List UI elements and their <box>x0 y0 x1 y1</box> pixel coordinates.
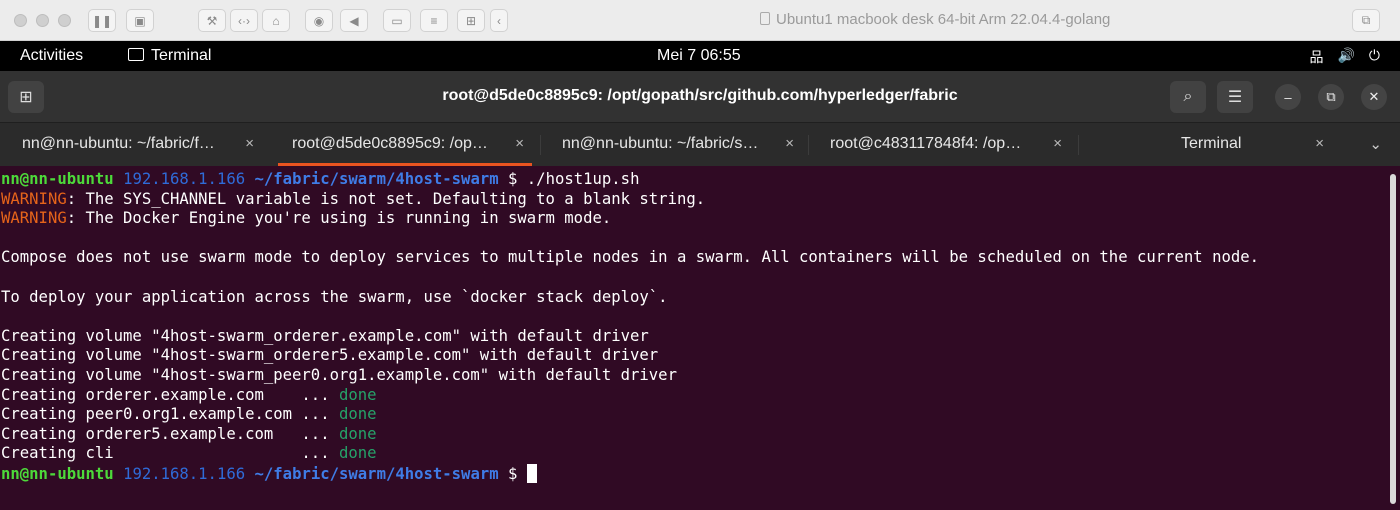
tab-close-icon[interactable]: × <box>515 135 524 152</box>
tab-4[interactable]: root@c483117848f4: /op… × <box>808 123 1078 166</box>
terminal-line: Compose does not use swarm mode to deplo… <box>1 248 1260 267</box>
sound-icon[interactable]: ◀ <box>340 9 368 32</box>
hamburger-menu-icon: ☰ <box>1227 89 1243 106</box>
maximize-icon: ⧉ <box>1326 89 1336 104</box>
terminal-line: Creating orderer.example.com ... done <box>1 385 377 404</box>
pause-vm-icon[interactable]: ❚❚ <box>88 9 116 32</box>
tab-list-chevron-icon[interactable]: ⌄ <box>1369 135 1382 153</box>
disk-icon[interactable]: ⌂ <box>262 9 290 32</box>
scrollbar[interactable] <box>1390 174 1396 504</box>
terminal-line: Creating volume "4host-swarm_peer0.org1.… <box>1 365 677 384</box>
clock[interactable]: Mei 7 06:55 <box>657 47 741 65</box>
close-icon: ✕ <box>1368 89 1380 104</box>
document-icon <box>760 12 770 25</box>
minimize-button[interactable]: – <box>1275 84 1301 110</box>
terminal-line: Creating volume "4host-swarm_orderer5.ex… <box>1 346 659 365</box>
tab-separator <box>540 135 541 155</box>
tab-close-icon[interactable]: × <box>785 135 794 152</box>
power-icon: ⏻ <box>1368 47 1380 63</box>
tab-2-active[interactable]: root@d5de0c8895c9: /op… × <box>270 123 540 166</box>
tab-label: nn@nn-ubuntu: ~/fabric/s… <box>562 135 759 152</box>
tab-separator <box>808 135 809 155</box>
terminal-line: nn@nn-ubuntu 192.168.1.166 ~/fabric/swar… <box>1 463 1400 484</box>
tab-label: root@c483117848f4: /op… <box>830 135 1022 152</box>
terminal-output[interactable]: nn@nn-ubuntu 192.168.1.166 ~/fabric/swar… <box>0 166 1400 510</box>
camera-icon[interactable]: ◉ <box>305 9 333 32</box>
vm-window-title: Ubuntu1 macbook desk 64-bit Arm 22.04.4-… <box>760 11 1110 28</box>
fullscreen-icon[interactable]: ⧉ <box>1352 9 1380 32</box>
terminal-line: Creating volume "4host-swarm_orderer.exa… <box>1 326 649 345</box>
close-window-button[interactable] <box>14 14 27 27</box>
terminal-app-icon <box>128 48 144 61</box>
minimize-window-button[interactable] <box>36 14 49 27</box>
close-button[interactable]: ✕ <box>1361 84 1387 110</box>
tab-close-icon[interactable]: × <box>245 135 254 152</box>
menu-button[interactable]: ☰ <box>1217 81 1253 113</box>
terminal-line: Creating cli ... done <box>1 444 377 463</box>
terminal-line: To deploy your application across the sw… <box>1 287 668 306</box>
gnome-top-bar: Activities Terminal Mei 7 06:55 品 🔊 ⏻ <box>0 41 1400 71</box>
network-status-icon: 品 <box>1309 49 1324 65</box>
vm-window-titlebar: ❚❚ ▣ ⚒ ‹·› ⌂ ◉ ◀ ▭ ≡ ⊞ ‹ Ubuntu1 macbook… <box>0 0 1400 41</box>
text-cursor <box>526 463 537 483</box>
app-menu[interactable]: Terminal <box>128 47 211 65</box>
tab-5[interactable]: Terminal × <box>1078 123 1340 166</box>
terminal-line: WARNING: The SYS_CHANNEL variable is not… <box>1 189 706 208</box>
tab-label: Terminal <box>1181 135 1242 152</box>
terminal-line: WARNING: The Docker Engine you're using … <box>1 209 612 228</box>
tab-3[interactable]: nn@nn-ubuntu: ~/fabric/s… × <box>540 123 810 166</box>
tab-close-icon[interactable]: × <box>1053 135 1062 152</box>
tab-bar: nn@nn-ubuntu: ~/fabric/f… × root@d5de0c8… <box>0 123 1400 166</box>
tab-label: nn@nn-ubuntu: ~/fabric/f… <box>22 135 215 152</box>
network-icon[interactable]: ‹·› <box>230 9 258 32</box>
chevron-left-icon[interactable]: ‹ <box>490 9 508 32</box>
settings-wrench-icon[interactable]: ⚒ <box>198 9 226 32</box>
zoom-window-button[interactable] <box>58 14 71 27</box>
tab-1[interactable]: nn@nn-ubuntu: ~/fabric/f… × <box>0 123 270 166</box>
snapshot-icon[interactable]: ▣ <box>126 9 154 32</box>
search-icon: ⌕ <box>1183 88 1193 105</box>
tab-separator <box>1078 135 1079 155</box>
video-icon[interactable]: ▭ <box>383 9 411 32</box>
system-tray[interactable]: 品 🔊 ⏻ <box>1309 47 1380 67</box>
shared-folder-icon[interactable]: ⊞ <box>457 9 485 32</box>
activities-button[interactable]: Activities <box>20 47 83 65</box>
usb-icon[interactable]: ≡ <box>420 9 448 32</box>
tab-label: root@d5de0c8895c9: /op… <box>292 135 488 152</box>
tab-close-icon[interactable]: × <box>1315 135 1324 152</box>
minimize-icon: – <box>1284 89 1292 105</box>
volume-icon: 🔊 <box>1337 47 1355 63</box>
terminal-header-bar: ⊞ root@d5de0c8895c9: /opt/gopath/src/git… <box>0 71 1400 123</box>
search-button[interactable]: ⌕ <box>1170 81 1206 113</box>
terminal-line: Creating peer0.org1.example.com ... done <box>1 405 377 424</box>
maximize-button[interactable]: ⧉ <box>1318 84 1344 110</box>
terminal-line: Creating orderer5.example.com ... done <box>1 424 377 443</box>
terminal-line: nn@nn-ubuntu 192.168.1.166 ~/fabric/swar… <box>1 170 640 188</box>
